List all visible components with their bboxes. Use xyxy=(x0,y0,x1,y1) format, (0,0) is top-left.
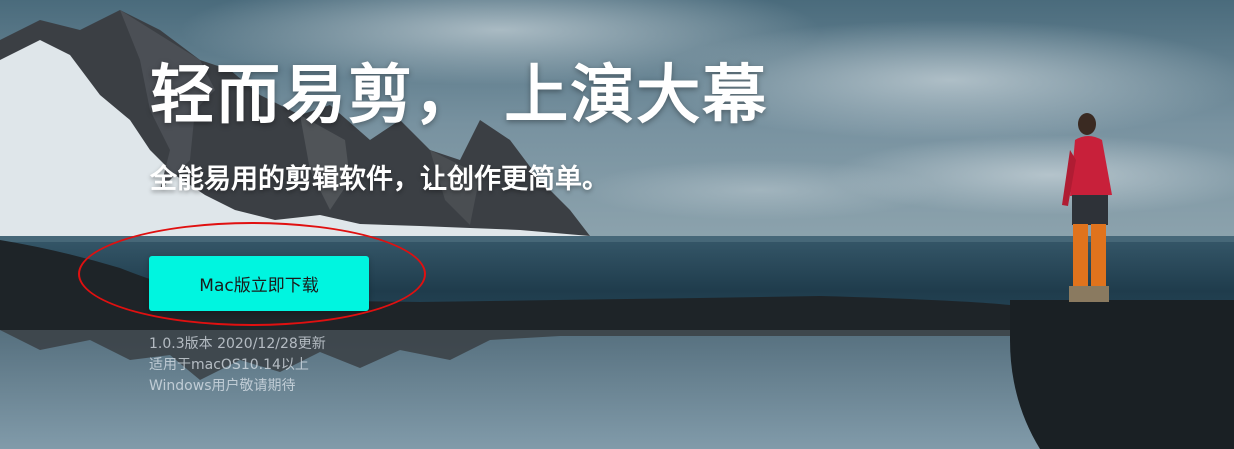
mac-download-button[interactable]: Mac版立即下载 xyxy=(149,256,369,311)
page-subtitle: 全能易用的剪辑软件，让创作更简单。 xyxy=(150,164,609,195)
hero-banner: 轻而易剪， 上演大幕 全能易用的剪辑软件，让创作更简单。 Mac版立即下载 1.… xyxy=(0,0,1234,449)
version-info: 1.0.3版本 2020/12/28更新 xyxy=(149,336,326,352)
system-requirement: 适用于macOS10.14以上 xyxy=(149,357,309,373)
windows-note: Windows用户敬请期待 xyxy=(149,378,296,394)
page-title: 轻而易剪， 上演大幕 xyxy=(150,59,769,133)
release-info: 1.0.3版本 2020/12/28更新 适用于macOS10.14以上 Win… xyxy=(149,334,326,397)
